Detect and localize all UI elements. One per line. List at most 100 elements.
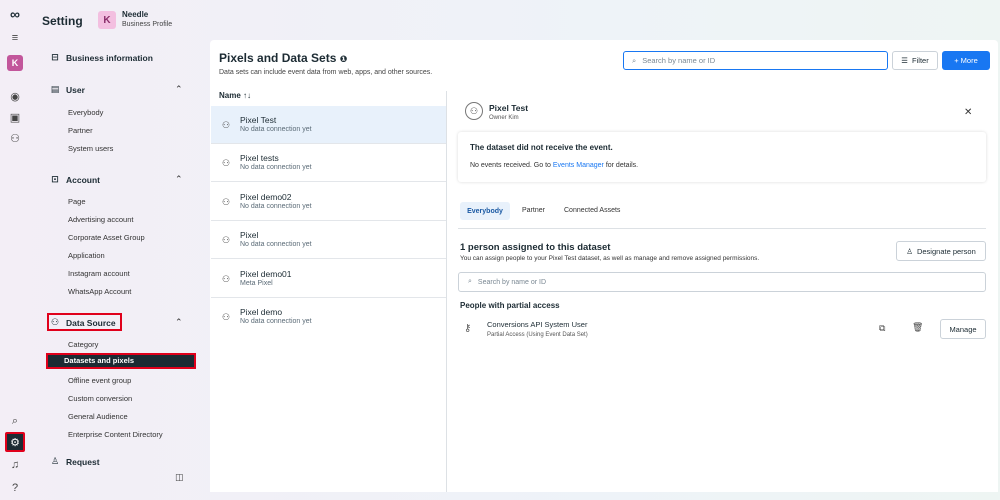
key-icon: ⚷	[464, 323, 472, 334]
sidebar-item-partner[interactable]: Partner	[68, 126, 93, 135]
list-item[interactable]: ⚇ Pixel Test No data connection yet	[211, 106, 446, 144]
list-item[interactable]: ⚇ Pixel demo02 No data connection yet	[211, 183, 446, 221]
item-status: No data connection yet	[240, 241, 312, 248]
item-name: Pixel Test	[240, 115, 277, 125]
account-avatar[interactable]: K	[5, 53, 25, 73]
help-icon[interactable]: ?	[5, 478, 25, 498]
page-title: Setting	[42, 14, 83, 28]
tab-connected-assets[interactable]: Connected Assets	[564, 207, 620, 214]
dataset-icon: ⚇	[222, 158, 231, 168]
search-icon[interactable]: ⌕	[5, 411, 25, 431]
designate-person-button[interactable]: ♙ Designate person	[896, 241, 986, 261]
archive-icon: ⊡	[51, 174, 59, 184]
info-icon[interactable]: ❶	[340, 54, 348, 64]
compass-icon[interactable]: ◉	[5, 86, 25, 106]
main-title: Pixels and Data Sets ❶	[219, 51, 347, 65]
sidebar-item-datasets-and-pixels[interactable]: Datasets and pixels	[46, 353, 196, 369]
people-search-input[interactable]: ⌕ Search by name or ID	[458, 272, 986, 292]
settings-gear-icon[interactable]: ⚙	[5, 432, 25, 452]
sidebar-label: User	[66, 84, 85, 95]
item-name: Pixel tests	[240, 153, 279, 163]
business-badge[interactable]: K	[98, 11, 116, 29]
business-sub: Business Profile	[122, 21, 173, 28]
notice-title: The dataset did not receive the event.	[470, 143, 613, 152]
sidebar-data-source[interactable]: ⚇ Data Source	[50, 317, 116, 328]
list-item[interactable]: ⚇ Pixel demo01 Meta Pixel	[211, 260, 446, 298]
sidebar-item-whatsapp-account[interactable]: WhatsApp Account	[68, 287, 131, 296]
notice-body: No events received. Go to Events Manager…	[470, 162, 638, 169]
list-item[interactable]: ⚇ Pixel demo No data connection yet	[211, 298, 446, 336]
item-status: No data connection yet	[240, 318, 312, 325]
collapse-panel-icon[interactable]: ◫	[175, 472, 184, 483]
sidebar-item-corporate-asset-group[interactable]: Corporate Asset Group	[68, 233, 145, 242]
sidebar-item-everybody[interactable]: Everybody	[68, 108, 103, 117]
sidebar-label: Request	[66, 456, 100, 467]
business-name[interactable]: Needle	[122, 10, 148, 19]
meta-logo-icon[interactable]: ∞	[5, 4, 25, 24]
dataset-icon: ⚇	[222, 274, 231, 284]
person-icon: ♙	[906, 246, 913, 256]
tab-everybody[interactable]: Everybody	[460, 202, 510, 220]
sidebar-label: Account	[66, 174, 100, 185]
sidebar-item-page[interactable]: Page	[68, 197, 86, 206]
menu-icon[interactable]: ≡	[5, 28, 25, 48]
list-item[interactable]: ⚇ Pixel tests No data connection yet	[211, 144, 446, 182]
sidebar-item-custom-conversion[interactable]: Custom conversion	[68, 394, 132, 403]
item-status: Meta Pixel	[240, 280, 273, 287]
person-name: Conversions API System User	[487, 320, 588, 329]
assign-title: 1 person assigned to this dataset	[460, 242, 611, 253]
notice-card	[458, 132, 986, 182]
documents-icon[interactable]: ▣	[5, 107, 25, 127]
sidebar-item-category[interactable]: Category	[68, 340, 98, 349]
filter-label: Filter	[912, 56, 929, 65]
notice-text: for details.	[603, 162, 639, 169]
filter-icon: ☰	[901, 56, 909, 65]
main-subtitle: Data sets can include event data from we…	[219, 69, 433, 76]
chevron-up-icon[interactable]: ⌃	[175, 317, 183, 328]
item-status: No data connection yet	[240, 126, 312, 133]
tab-divider	[458, 228, 986, 229]
sidebar-account[interactable]: ⊡ Account	[50, 174, 100, 185]
sidebar-item-general-audience[interactable]: General Audience	[68, 412, 128, 421]
sidebar-item-application[interactable]: Application	[68, 251, 105, 260]
item-status: No data connection yet	[240, 164, 312, 171]
sidebar-user[interactable]: ▤ User	[50, 84, 85, 95]
briefcase-icon: ⊟	[51, 52, 59, 62]
detail-title: Pixel Test	[489, 103, 529, 113]
external-link-icon[interactable]: ⧉	[879, 323, 885, 334]
dataset-icon: ⚇	[222, 197, 231, 207]
tab-partner[interactable]: Partner	[522, 207, 545, 214]
data-source-icon[interactable]: ⚇	[5, 128, 25, 148]
close-icon[interactable]: ✕	[964, 107, 972, 118]
sidebar-item-system-users[interactable]: System users	[68, 144, 113, 153]
data-source-icon: ⚇	[50, 317, 60, 327]
search-input[interactable]: ⌕ Search by name or ID	[623, 51, 888, 70]
filter-button[interactable]: ☰ Filter	[892, 51, 938, 70]
search-icon: ⌕	[468, 278, 472, 285]
more-button[interactable]: + More	[942, 51, 990, 70]
column-header-name[interactable]: Name ↑↓	[219, 91, 251, 100]
manage-button[interactable]: Manage	[940, 319, 986, 339]
notice-text: No events received. Go to	[470, 162, 553, 169]
left-rail: ∞ ≡ K ◉ ▣ ⚇ ⌕ ⚙ ♫ ?	[0, 0, 30, 500]
dataset-icon: ⚇	[222, 120, 231, 130]
user-card-icon: ▤	[50, 84, 60, 94]
search-icon: ⌕	[632, 55, 637, 65]
dataset-icon: ⚇	[465, 102, 483, 120]
search-placeholder: Search by name or ID	[642, 56, 716, 65]
notifications-bell-icon[interactable]: ♫	[5, 455, 25, 475]
sidebar-business-information[interactable]: ⊟ Business information	[50, 52, 153, 63]
chevron-up-icon[interactable]: ⌃	[175, 174, 183, 185]
sidebar-item-enterprise-content-directory[interactable]: Enterprise Content Directory	[68, 430, 163, 439]
trash-icon[interactable]: 🗑	[912, 322, 923, 333]
sidebar-item-advertising-account[interactable]: Advertising account	[68, 215, 133, 224]
events-manager-link[interactable]: Events Manager	[553, 162, 604, 169]
partial-access-title: People with partial access	[460, 301, 560, 310]
sidebar-item-instagram-account[interactable]: Instagram account	[68, 269, 130, 278]
sidebar-item-offline-event-group[interactable]: Offline event group	[68, 376, 131, 385]
dataset-icon: ⚇	[222, 312, 231, 322]
item-name: Pixel	[240, 230, 259, 240]
sidebar-request[interactable]: ♙ Request	[50, 456, 100, 467]
list-item[interactable]: ⚇ Pixel No data connection yet	[211, 221, 446, 259]
chevron-up-icon[interactable]: ⌃	[175, 84, 183, 95]
